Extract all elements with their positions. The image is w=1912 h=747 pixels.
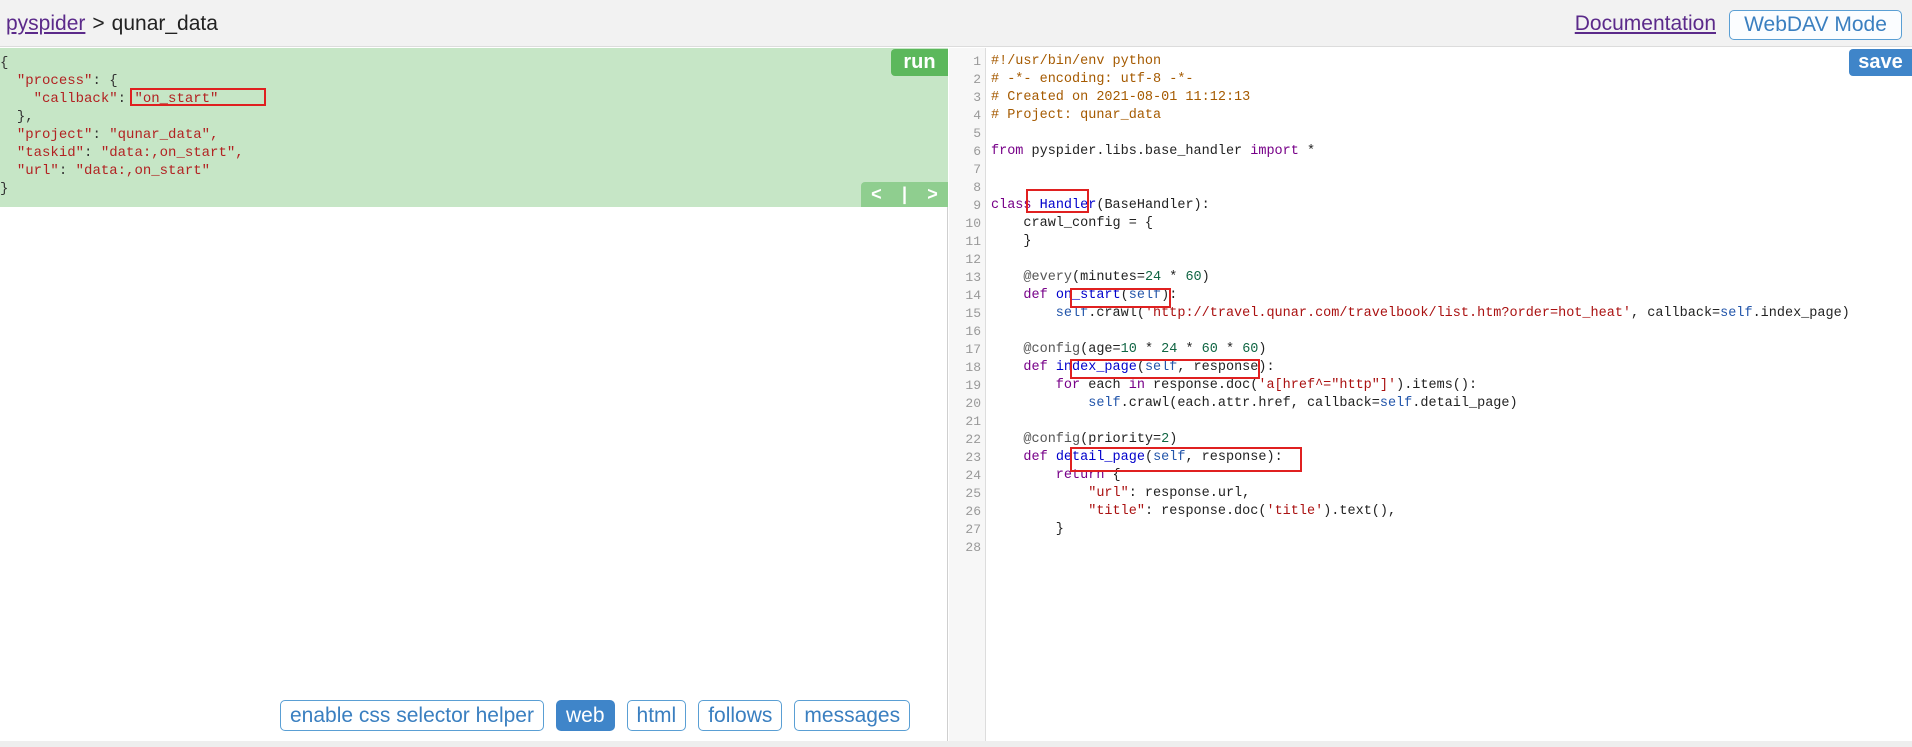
task-json[interactable]: { "process": { "callback": "on_start" },… <box>0 54 244 198</box>
code-editor[interactable]: 1 2 3 4 5 6 7 8 9 10 11 12 13 14 15 16 17 18 19 20 21 22 23 24 2… <box>949 48 1912 741</box>
code-line: def detail_page(self, response): <box>991 450 1283 465</box>
pyspider-home-link[interactable]: pyspider <box>6 12 85 35</box>
code-line: class Handler(BaseHandler): <box>991 198 1210 213</box>
task-history-nav: < | > <box>861 182 948 207</box>
code-line: self.crawl(each.attr.href, callback=self… <box>991 396 1518 411</box>
line-number: 18 <box>965 360 981 375</box>
code-line: def index_page(self, response): <box>991 360 1275 375</box>
line-number: 24 <box>965 468 981 483</box>
line-number: 13 <box>965 270 981 285</box>
tab-html[interactable]: html <box>626 700 687 731</box>
code-line: @every(minutes=24 * 60) <box>991 270 1210 285</box>
next-task-button[interactable]: > <box>927 182 938 207</box>
line-number-gutter: 1 2 3 4 5 6 7 8 9 10 11 12 13 14 15 16 17 18 19 20 21 22 23 24 2… <box>949 48 986 741</box>
documentation-link[interactable]: Documentation <box>1575 11 1716 37</box>
line-number: 7 <box>973 162 981 177</box>
line-number: 22 <box>965 432 981 447</box>
line-number: 28 <box>965 540 981 555</box>
line-number: 12 <box>965 252 981 267</box>
line-number: 5 <box>973 126 981 141</box>
line-number: 2 <box>973 72 981 87</box>
line-number: 20 <box>965 396 981 411</box>
webdav-mode-button[interactable]: WebDAV Mode <box>1729 10 1902 40</box>
tab-messages[interactable]: messages <box>794 700 911 731</box>
line-number: 6 <box>973 144 981 159</box>
line-number: 26 <box>965 504 981 519</box>
code-line: "url": response.url, <box>991 486 1251 501</box>
code-line: } <box>991 522 1064 537</box>
line-number: 23 <box>965 450 981 465</box>
code-line: return { <box>991 468 1121 483</box>
line-number: 17 <box>965 342 981 357</box>
prev-task-button[interactable]: < <box>871 182 882 207</box>
line-number: 25 <box>965 486 981 501</box>
line-number: 4 <box>973 108 981 123</box>
code-line: # Project: qunar_data <box>991 108 1162 123</box>
line-number: 9 <box>973 198 981 213</box>
line-number: 19 <box>965 378 981 393</box>
detail-page-def: detail_page <box>1055 450 1145 465</box>
run-button[interactable]: run <box>891 49 948 76</box>
code-line: # Created on 2021-08-01 11:12:13 <box>991 90 1251 105</box>
task-panel: { "process": { "callback": "on_start" },… <box>0 48 948 207</box>
code-line: crawl_config = { <box>991 216 1154 231</box>
code-line: @config(priority=2) <box>991 432 1178 447</box>
save-button[interactable]: save <box>1849 49 1912 76</box>
bottom-strip <box>0 741 1912 747</box>
line-number: 10 <box>965 216 981 231</box>
debug-panel: { "process": { "callback": "on_start" },… <box>0 48 948 741</box>
line-number: 16 <box>965 324 981 339</box>
line-number: 15 <box>965 306 981 321</box>
index-page-def: index_page <box>1055 360 1137 375</box>
project-name: qunar_data <box>111 12 218 35</box>
code-line: self.crawl('http://travel.qunar.com/trav… <box>991 306 1850 321</box>
code-line: #!/usr/bin/env python <box>991 54 1162 69</box>
code-line: for each in response.doc('a[href^="http"… <box>991 378 1478 393</box>
line-number: 11 <box>965 234 981 249</box>
css-selector-helper-button[interactable]: enable css selector helper <box>280 700 544 731</box>
line-number: 1 <box>973 54 981 69</box>
code-line: from pyspider.libs.base_handler import * <box>991 144 1316 159</box>
code-line: # -*- encoding: utf-8 -*- <box>991 72 1194 87</box>
line-numbers: 1 2 3 4 5 6 7 8 9 10 11 12 13 14 15 16 17 18 19 20 21 22 23 24 2… <box>949 53 981 557</box>
code-content[interactable]: #!/usr/bin/env python # -*- encoding: ut… <box>991 53 1850 557</box>
nav-divider: | <box>901 184 907 204</box>
top-bar: pyspider > qunar_data Documentation WebDAV… <box>0 0 1912 47</box>
tab-web[interactable]: web <box>555 700 615 731</box>
line-number: 3 <box>973 90 981 105</box>
code-line: @config(age=10 * 24 * 60 * 60) <box>991 342 1267 357</box>
code-line: def on_start(self): <box>991 288 1178 303</box>
code-line: } <box>991 234 1032 249</box>
code-line: "title": response.doc('title').text(), <box>991 504 1397 519</box>
breadcrumb: pyspider > qunar_data <box>6 11 218 37</box>
line-number: 8 <box>973 180 981 195</box>
line-number: 14 <box>965 288 981 303</box>
result-tabs: enable css selector helper web html foll… <box>280 700 922 731</box>
tab-follows[interactable]: follows <box>698 700 783 731</box>
line-number: 21 <box>965 414 981 429</box>
on-start-def: on_start <box>1055 288 1121 303</box>
handler-class-name: Handler <box>1039 198 1097 213</box>
breadcrumb-separator: > <box>92 12 105 35</box>
callback-value: "on_start" <box>134 91 219 107</box>
line-number: 27 <box>965 522 981 537</box>
